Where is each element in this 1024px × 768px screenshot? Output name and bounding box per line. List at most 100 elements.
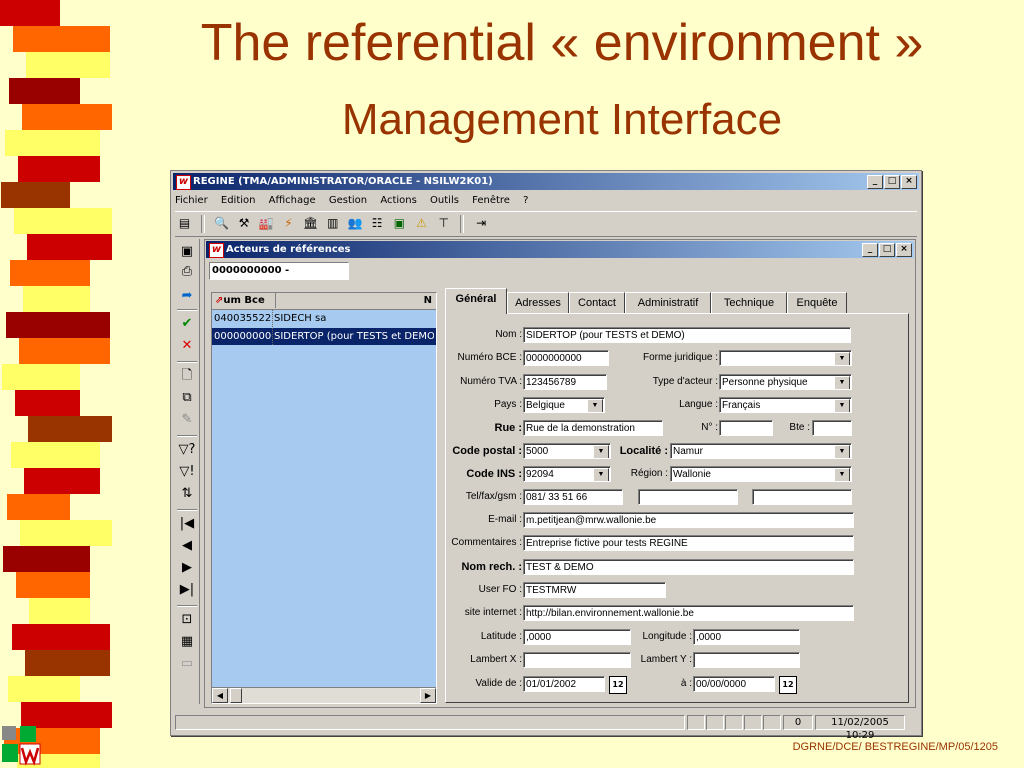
chevron-down-icon[interactable]: ▼ [834,352,850,365]
tab-contact[interactable]: Contact [569,292,625,314]
gsm-field[interactable] [752,489,852,505]
blank-view-icon[interactable]: ▭ [178,655,196,673]
globe-icon[interactable]: ▣ [391,215,408,232]
regine-window: w REGINE (TMA/ADMINISTRATOR/ORACLE - NSI… [170,170,922,741]
menu-edition[interactable]: Edition [221,195,256,206]
actors-list[interactable]: ⇗um Bce N 0400355226 SIDECH sa 000000000… [211,292,437,704]
close-button[interactable]: × [901,175,917,189]
save-icon[interactable]: ▣ [178,243,196,261]
people-icon[interactable]: 👥 [347,215,364,232]
nom-field[interactable]: SIDERTOP (pour TESTS et DEMO) [523,327,851,343]
copy-icon[interactable]: ⧉ [178,389,196,407]
warning-icon[interactable]: ⚠ [413,215,430,232]
network-icon[interactable]: ☷ [369,215,386,232]
localite-select[interactable]: Namur ▼ [670,443,852,459]
chevron-down-icon[interactable]: ▼ [593,468,609,481]
child-maximize-button[interactable]: □ [879,243,895,257]
tab-technique[interactable]: Technique [711,292,787,314]
filter-query-icon[interactable]: ▽? [178,441,196,459]
menu-help[interactable]: ? [523,195,528,206]
menu-fichier[interactable]: Fichier [175,195,208,206]
calendar-icon[interactable]: 12 [609,676,627,694]
rue-field[interactable]: Rue de la demonstration [523,420,663,436]
longitude-field[interactable]: ,0000 [693,629,800,645]
nom-rech-field[interactable]: TEST & DEMO [523,559,854,575]
new-document-icon[interactable]: 🗋 [178,367,196,385]
hierarchy-icon[interactable]: ⊤ [435,215,452,232]
search-icon[interactable]: 🔍 [213,215,230,232]
minimize-button[interactable]: _ [867,175,883,189]
type-select[interactable]: Personne physique ▼ [719,374,852,390]
lightning-icon[interactable]: ⚡ [280,215,297,232]
list-item-selected[interactable]: 0000000000 SIDERTOP (pour TESTS et DEMO) [212,328,436,345]
scroll-right-icon[interactable]: ▶ [420,688,436,703]
chevron-down-icon[interactable]: ▼ [834,468,850,481]
chevron-down-icon[interactable]: ▼ [834,445,850,458]
chevron-down-icon[interactable]: ▼ [587,399,603,412]
column-header-name[interactable]: N [276,293,436,308]
form-view-icon[interactable]: ⊡ [178,611,196,629]
print-icon[interactable]: ⎙ [178,263,196,281]
tab-enquete[interactable]: Enquête [787,292,847,314]
record-code-field[interactable]: 0000000000 - [209,262,349,280]
valide-de-field[interactable]: 01/01/2002 [523,676,605,692]
chart-icon[interactable]: ▥ [324,215,341,232]
code-postal-select[interactable]: 5000 ▼ [523,443,611,459]
code-ins-select[interactable]: 92094 ▼ [523,466,611,482]
email-field[interactable]: m.petitjean@mrw.wallonie.be [523,512,854,528]
forme-select[interactable]: ▼ [719,350,852,366]
child-minimize-button[interactable]: _ [862,243,878,257]
langue-select[interactable]: Français ▼ [719,397,852,413]
exit-icon[interactable]: ⇥ [473,215,490,232]
tva-field[interactable]: 123456789 [523,374,607,390]
chevron-down-icon[interactable]: ▼ [834,376,850,389]
scroll-left-icon[interactable]: ◀ [212,688,228,703]
sort-icon[interactable]: ⇅ [178,485,196,503]
user-fo-field[interactable]: TESTMRW [523,582,666,598]
tab-general[interactable]: Général [445,288,507,314]
first-record-icon[interactable]: |◀ [178,515,196,533]
tel-field[interactable]: 081/ 33 51 66 [523,489,623,505]
tab-adresses[interactable]: Adresses [507,292,569,314]
building-icon[interactable]: 🏛 [302,215,319,232]
horizontal-scrollbar[interactable]: ◀ ▶ [212,687,436,703]
bce-field[interactable]: 0000000000 [523,350,609,366]
previous-record-icon[interactable]: ◀ [178,537,196,555]
cancel-icon[interactable]: ✕ [178,337,196,355]
eraser-icon[interactable]: ✎ [178,411,196,429]
check-icon[interactable]: ✔ [178,315,196,333]
tab-administratif[interactable]: Administratif [625,292,711,314]
fax-field[interactable] [638,489,738,505]
factory-icon[interactable]: 🏭 [258,215,275,232]
list-view-icon[interactable]: ▤ [176,215,193,232]
menu-fenetre[interactable]: Fenêtre [472,195,510,206]
pays-select[interactable]: Belgique ▼ [523,397,605,413]
calendar-icon[interactable]: 12 [779,676,797,694]
scroll-thumb[interactable] [230,688,242,703]
site-field[interactable]: http://bilan.environnement.wallonie.be [523,605,854,621]
last-record-icon[interactable]: ▶| [178,581,196,599]
grid-view-icon[interactable]: ▦ [178,633,196,651]
maximize-button[interactable]: □ [884,175,900,189]
child-close-button[interactable]: × [896,243,912,257]
menu-gestion[interactable]: Gestion [329,195,367,206]
filter-apply-icon[interactable]: ▽! [178,463,196,481]
export-icon[interactable]: ➦ [178,287,196,305]
valide-a-field[interactable]: 00/00/0000 [693,676,775,692]
menu-outils[interactable]: Outils [430,195,459,206]
commentaires-field[interactable]: Entreprise fictive pour tests REGINE [523,535,854,551]
column-header-bce[interactable]: ⇗um Bce [212,293,276,308]
chevron-down-icon[interactable]: ▼ [834,399,850,412]
latitude-field[interactable]: ,0000 [523,629,631,645]
chevron-down-icon[interactable]: ▼ [593,445,609,458]
numero-field[interactable] [719,420,773,436]
region-select[interactable]: Wallonie ▼ [670,466,852,482]
next-record-icon[interactable]: ▶ [178,559,196,577]
menu-actions[interactable]: Actions [380,195,417,206]
tools-icon[interactable]: ⚒ [236,215,253,232]
list-item[interactable]: 0400355226 SIDECH sa [212,310,436,327]
boite-field[interactable] [812,420,852,436]
menu-affichage[interactable]: Affichage [269,195,316,206]
lambert-y-field[interactable] [693,652,800,668]
lambert-x-field[interactable] [523,652,631,668]
